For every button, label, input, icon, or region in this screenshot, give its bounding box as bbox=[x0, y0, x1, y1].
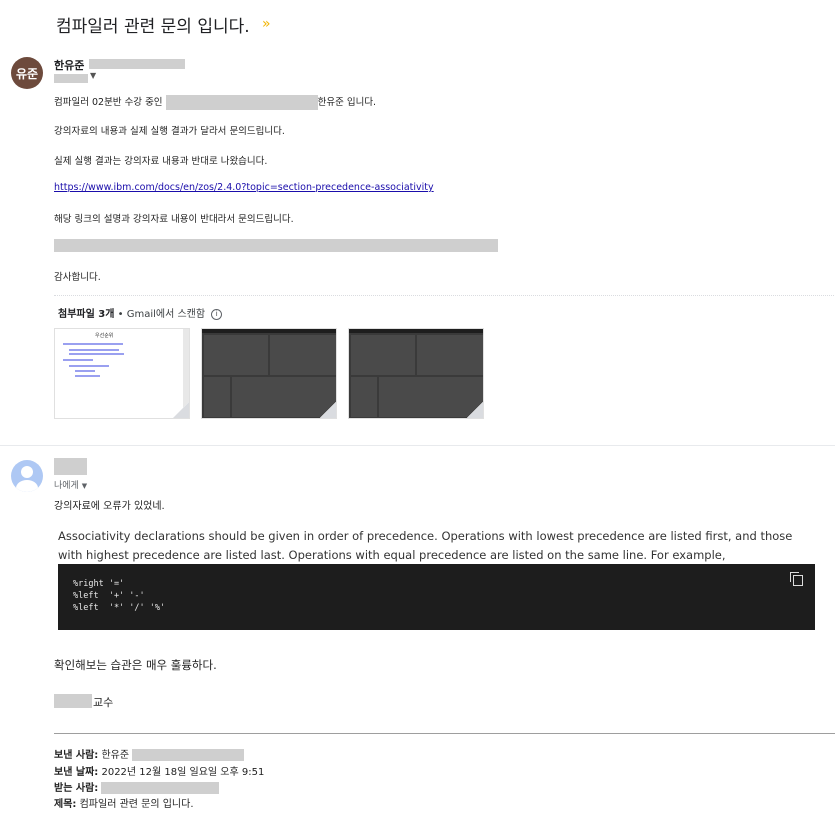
attachments-header: 첨부파일 3개 • Gmail에서 스캔함 i bbox=[58, 305, 223, 320]
chevron-down-icon[interactable]: ▼ bbox=[82, 482, 87, 490]
attachment-thumbnail-3[interactable] bbox=[348, 328, 484, 419]
message-separator bbox=[0, 445, 835, 446]
redacted-sender-name bbox=[54, 458, 87, 475]
subject-label: 제목: bbox=[54, 799, 77, 810]
sender-name[interactable]: 한유준 bbox=[54, 57, 84, 73]
redacted-to-email bbox=[101, 782, 220, 794]
body-line-3: 실제 실행 결과는 강의자료 내용과 반대로 나왔습니다. bbox=[54, 156, 268, 167]
importance-marker-icon[interactable]: » bbox=[262, 16, 271, 32]
forwarded-date: 보낸 날짜: 2022년 12월 18일 일요일 오후 9:51 bbox=[54, 763, 264, 778]
attachment-thumbnail-2[interactable] bbox=[201, 328, 337, 419]
recipient-label: 나에게 bbox=[54, 481, 79, 491]
reply-line: 강의자료에 오류가 있었네. bbox=[54, 501, 165, 512]
redacted-recipient bbox=[54, 74, 88, 83]
info-icon[interactable]: i bbox=[211, 308, 223, 320]
default-avatar-icon[interactable] bbox=[11, 460, 43, 492]
recipient-summary[interactable]: 나에게 ▼ bbox=[54, 478, 87, 491]
body-line-1-suffix: 한유준 입니다. bbox=[317, 97, 377, 108]
from-label: 보낸 사람: bbox=[54, 750, 99, 761]
attachments-count: 첨부파일 3개 bbox=[58, 309, 115, 320]
attachment-1-title: 우선순위 bbox=[95, 333, 114, 339]
redacted-body-line bbox=[54, 239, 498, 252]
quoted-documentation: Associativity declarations should be giv… bbox=[58, 529, 793, 562]
forwarded-subject: 제목: 컴파일러 관련 문의 입니다. bbox=[54, 795, 194, 810]
body-line-1-prefix: 컴파일러 02분반 수강 중인 bbox=[54, 97, 163, 108]
redacted-sender-email bbox=[89, 59, 185, 69]
reference-link[interactable]: https://www.ibm.com/docs/en/zos/2.4.0?to… bbox=[54, 182, 434, 193]
forwarded-divider bbox=[54, 733, 835, 734]
body-closing: 감사합니다. bbox=[54, 272, 101, 283]
email-subject: 컴파일러 관련 문의 입니다. bbox=[56, 17, 250, 37]
reference-link-text[interactable]: https://www.ibm.com/docs/en/zos/2.4.0?to… bbox=[54, 182, 434, 193]
avatar-initials: 유준 bbox=[15, 66, 39, 81]
body-line-2: 강의자료의 내용과 실제 실행 결과가 달라서 문의드립니다. bbox=[54, 126, 285, 137]
code-content: %right '=' %left '+' '-' %left '*' '/' '… bbox=[73, 579, 166, 613]
date-value: 2022년 12월 18일 일요일 오후 9:51 bbox=[101, 767, 265, 778]
forwarded-to: 받는 사람: bbox=[54, 779, 220, 794]
recipient-details-chevron-icon[interactable]: ▼ bbox=[90, 71, 96, 80]
copy-icon[interactable] bbox=[790, 572, 803, 586]
date-label: 보낸 날짜: bbox=[54, 767, 99, 778]
to-label: 받는 사람: bbox=[54, 783, 99, 794]
attachments-divider bbox=[54, 295, 834, 296]
sender-avatar[interactable]: 유준 bbox=[11, 57, 43, 89]
from-value: 한유준 bbox=[101, 750, 130, 761]
redacted-from-email bbox=[132, 749, 245, 761]
redacted-student-id bbox=[165, 95, 318, 110]
code-block: %right '=' %left '+' '-' %left '*' '/' '… bbox=[58, 564, 815, 630]
reply-remark: 확인해보는 습관은 매우 훌륭하다. bbox=[54, 658, 217, 672]
attachment-thumbnail-1[interactable]: 우선순위 bbox=[54, 328, 190, 419]
scan-label: Gmail에서 스캔함 bbox=[126, 309, 206, 320]
redacted-professor-name bbox=[54, 694, 92, 708]
subject-value: 컴파일러 관련 문의 입니다. bbox=[79, 799, 194, 810]
body-line-1: 컴파일러 02분반 수강 중인 한유준 입니다. bbox=[54, 94, 376, 110]
body-line-4: 해당 링크의 설명과 강의자료 내용이 반대라서 문의드립니다. bbox=[54, 214, 294, 225]
forwarded-from: 보낸 사람: 한유준 bbox=[54, 746, 245, 761]
signature-title: 교수 bbox=[93, 696, 114, 709]
